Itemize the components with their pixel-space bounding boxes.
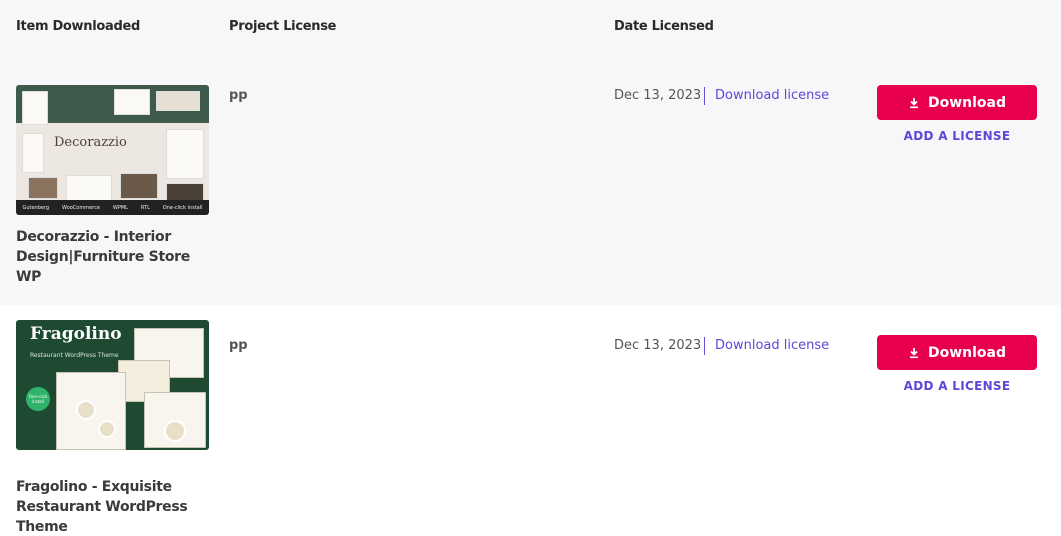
date-licensed-value: Dec 13, 2023 <box>614 338 702 353</box>
table-row: Decorazzio Gutenberg WooCommerce WPML RT… <box>0 70 1061 305</box>
divider <box>704 87 705 105</box>
thumbnail-subtitle: Restaurant WordPress Theme <box>30 352 119 359</box>
thumbnail-dish <box>164 420 186 442</box>
download-icon <box>909 97 918 108</box>
date-licensed-value: Dec 13, 2023 <box>614 88 702 103</box>
thumbnail-tag-strip: Gutenberg WooCommerce WPML RTL One-click… <box>16 200 209 215</box>
table-row: Fragolino Restaurant WordPress Theme One… <box>0 305 1061 536</box>
thumbnail-card <box>156 91 200 111</box>
thumbnail-tag: WooCommerce <box>62 204 100 211</box>
download-button[interactable]: Download <box>877 335 1037 370</box>
thumbnail-dish <box>76 400 96 420</box>
download-button[interactable]: Download <box>877 85 1037 120</box>
thumbnail-card <box>22 133 44 173</box>
project-license-value: pp <box>229 338 248 353</box>
thumbnail-tag: Gutenberg <box>22 204 50 211</box>
download-license-link[interactable]: Download license <box>715 338 829 353</box>
thumbnail-card <box>166 183 204 201</box>
thumbnail-tag: RTL <box>140 204 150 211</box>
thumbnail-card <box>114 89 150 115</box>
item-thumbnail[interactable]: Decorazzio Gutenberg WooCommerce WPML RT… <box>16 85 209 215</box>
column-header-project-license: Project License <box>229 19 337 34</box>
thumbnail-card <box>28 177 58 199</box>
item-thumbnail[interactable]: Fragolino Restaurant WordPress Theme One… <box>16 320 209 450</box>
item-title[interactable]: Fragolino - Exquisite Restaurant WordPre… <box>16 477 216 536</box>
add-a-license-link[interactable]: ADD A LICENSE <box>877 129 1037 143</box>
thumbnail-tag: WPML <box>112 204 128 211</box>
thumbnail-dish <box>98 420 116 438</box>
download-button-label: Download <box>927 94 1007 111</box>
thumbnail-card <box>166 129 204 179</box>
project-license-value: pp <box>229 88 248 103</box>
download-license-link[interactable]: Download license <box>715 88 829 103</box>
thumbnail-brand: Fragolino <box>30 324 122 344</box>
column-header-item-downloaded: Item Downloaded <box>16 19 141 34</box>
thumbnail-brand: Decorazzio <box>54 135 127 150</box>
add-a-license-link[interactable]: ADD A LICENSE <box>877 379 1037 393</box>
column-header-date-licensed: Date Licensed <box>614 19 714 34</box>
divider <box>704 337 705 355</box>
thumbnail-tag: One-click install <box>162 204 203 211</box>
item-title[interactable]: Decorazzio - Interior Design|Furniture S… <box>16 227 216 287</box>
thumbnail-card <box>22 91 48 125</box>
thumbnail-card <box>66 175 112 201</box>
table-header: Item Downloaded Project License Date Lic… <box>0 0 1061 70</box>
download-button-label: Download <box>927 344 1007 361</box>
thumbnail-card <box>120 173 158 199</box>
thumbnail-badge: One-click install <box>26 387 50 411</box>
download-icon <box>909 347 918 358</box>
